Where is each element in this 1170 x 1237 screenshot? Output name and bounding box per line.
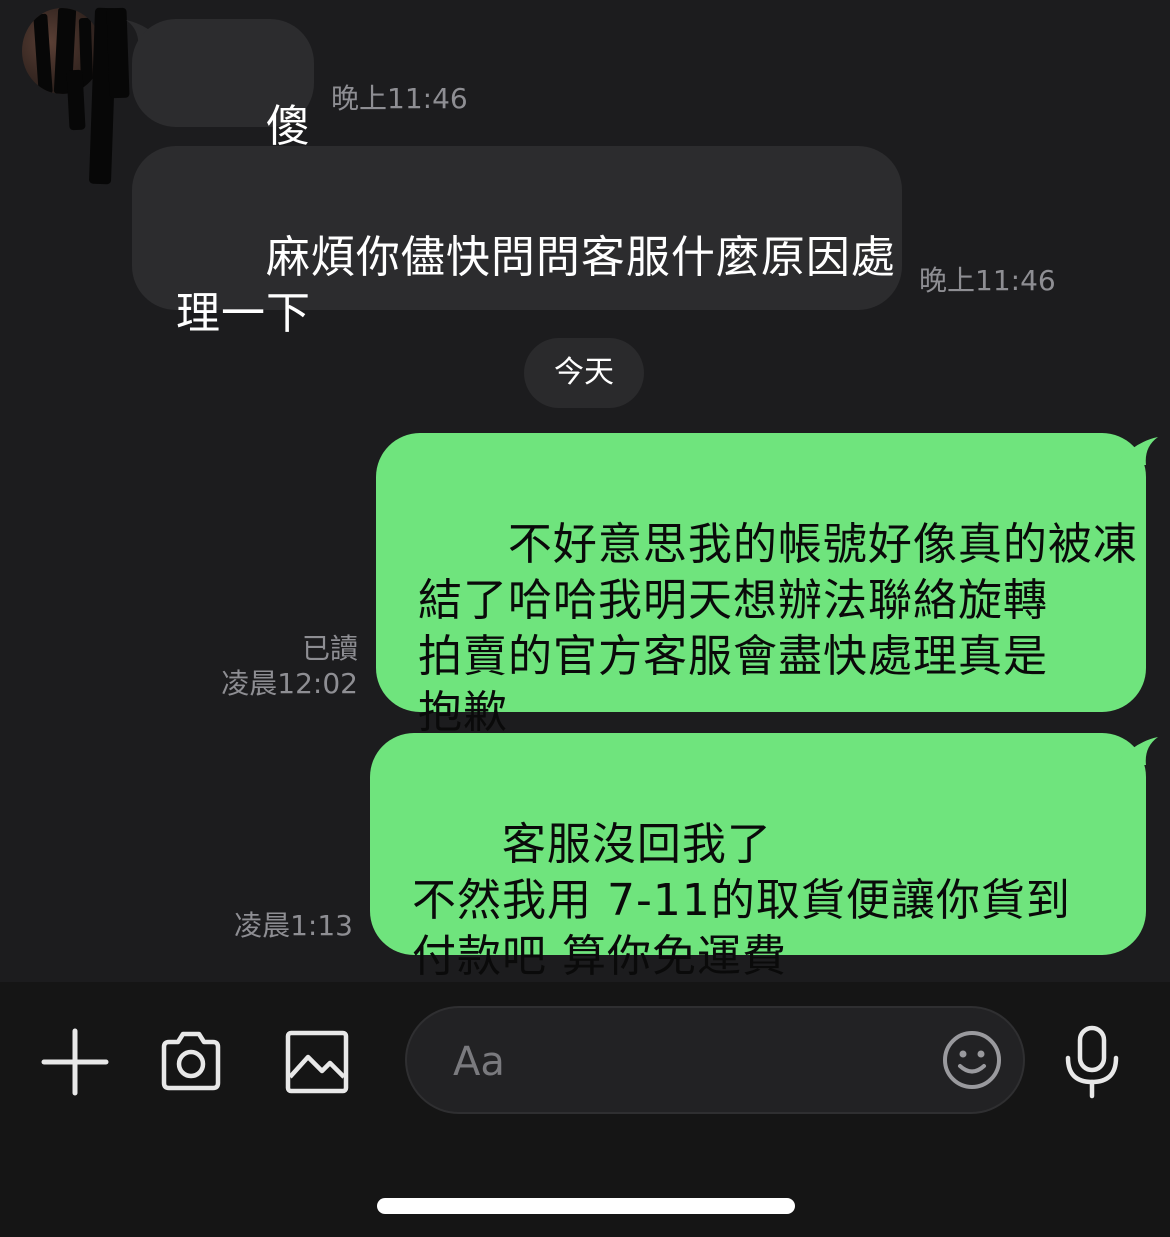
- image-icon[interactable]: [282, 1027, 352, 1097]
- message-list[interactable]: 傻眼 晚上11:46 麻煩你儘快問問客服什麼原因處 理一下 晚上11:46 今天…: [0, 0, 1170, 982]
- message-timestamp: 凌晨1:13: [234, 909, 353, 942]
- redaction-mark: [66, 69, 86, 131]
- microphone-icon[interactable]: [1060, 1024, 1124, 1100]
- message-bubble-incoming[interactable]: 傻眼: [132, 19, 314, 208]
- message-text: 客服沒回我了 不然我用 7-11的取貨便讓你貨到 付款吧 算你免運費: [412, 819, 1071, 982]
- message-bubble-incoming[interactable]: 麻煩你儘快問問客服什麼原因處 理一下: [132, 146, 902, 339]
- message-input-field[interactable]: [405, 1006, 1025, 1114]
- plus-icon[interactable]: [40, 1027, 110, 1097]
- date-divider: 今天: [524, 338, 644, 408]
- camera-icon[interactable]: [156, 1027, 226, 1097]
- read-receipt: 已讀: [301, 632, 358, 665]
- message-timestamp: 凌晨12:02: [221, 667, 358, 700]
- message-input[interactable]: [451, 1026, 915, 1098]
- message-bubble-outgoing[interactable]: 客服沒回我了 不然我用 7-11的取貨便讓你貨到 付款吧 算你免運費: [370, 733, 1146, 982]
- message-timestamp: 晚上11:46: [919, 264, 1056, 297]
- redaction-mark: [33, 13, 53, 94]
- message-text: 麻煩你儘快問問客服什麼原因處 理一下: [176, 232, 896, 339]
- home-indicator[interactable]: [377, 1198, 795, 1214]
- message-text: 不好意思我的帳號好像真的被凍 結了哈哈我明天想辦法聯絡旋轉 拍賣的官方客服會盡快…: [418, 519, 1138, 738]
- message-timestamp: 晚上11:46: [331, 82, 468, 115]
- contact-avatar[interactable]: [22, 8, 102, 94]
- emoji-icon[interactable]: [939, 1027, 1005, 1093]
- message-bubble-outgoing[interactable]: 不好意思我的帳號好像真的被凍 結了哈哈我明天想辦法聯絡旋轉 拍賣的官方客服會盡快…: [376, 433, 1146, 738]
- bubble-tail: [1120, 737, 1158, 765]
- chat-screen: 傻眼 晚上11:46 麻煩你儘快問問客服什麼原因處 理一下 晚上11:46 今天…: [0, 0, 1170, 1237]
- bubble-tail: [1120, 437, 1158, 465]
